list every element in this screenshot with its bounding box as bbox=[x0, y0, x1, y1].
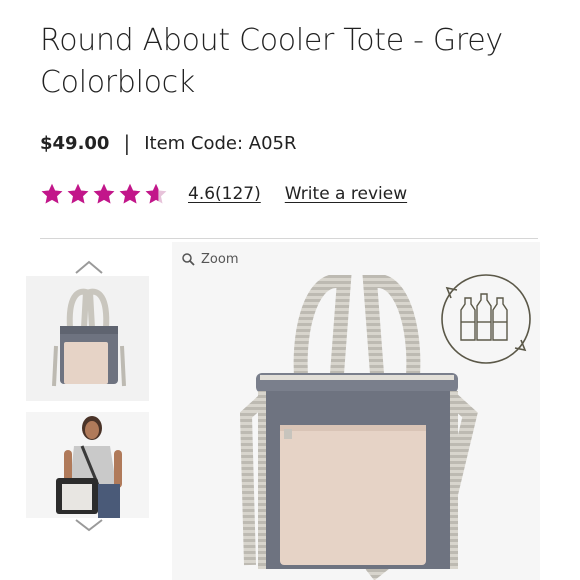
thumbnail-model[interactable] bbox=[26, 412, 149, 518]
chevron-up-icon[interactable] bbox=[74, 259, 104, 275]
rating-row: 4.6(127) Write a review bbox=[40, 182, 407, 206]
divider bbox=[40, 238, 538, 239]
write-review-link[interactable]: Write a review bbox=[285, 184, 407, 204]
zoom-label: Zoom bbox=[201, 252, 239, 267]
star-rating[interactable] bbox=[40, 182, 168, 206]
rating-summary-link[interactable]: 4.6(127) bbox=[188, 184, 261, 204]
chevron-down-icon[interactable] bbox=[74, 518, 104, 532]
product-price: $49.00 bbox=[40, 132, 110, 154]
star-icon bbox=[144, 182, 168, 206]
star-icon bbox=[40, 182, 64, 206]
price-row: $49.00 | Item Code: A05R bbox=[40, 131, 297, 155]
item-code: Item Code: A05R bbox=[144, 132, 297, 154]
rating-count: (127) bbox=[215, 184, 261, 204]
zoom-button[interactable]: Zoom bbox=[182, 252, 238, 267]
cooler-tote-image bbox=[240, 275, 478, 580]
thumbnail-bag-front[interactable] bbox=[26, 276, 149, 401]
star-icon bbox=[118, 182, 142, 206]
price-separator: | bbox=[123, 131, 131, 155]
product-title: Round About Cooler Tote - Grey Colorbloc… bbox=[40, 23, 503, 100]
rating-value: 4.6 bbox=[188, 184, 216, 204]
star-icon bbox=[92, 182, 116, 206]
magnifier-icon bbox=[182, 253, 195, 266]
star-icon bbox=[66, 182, 90, 206]
